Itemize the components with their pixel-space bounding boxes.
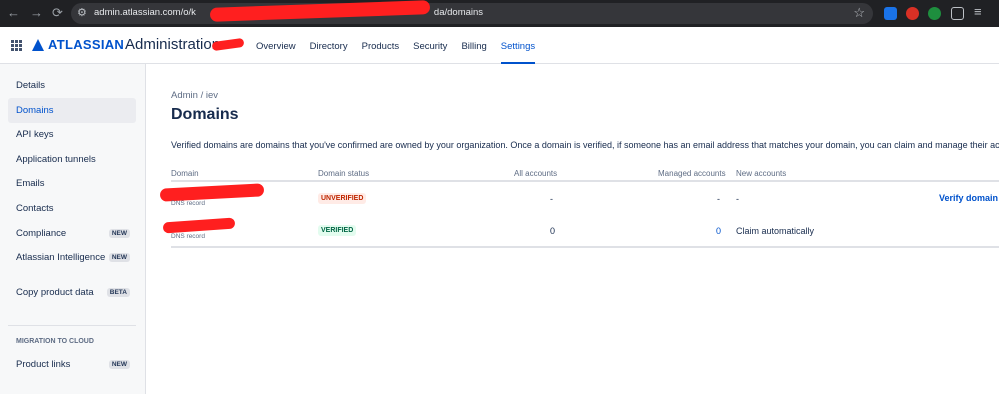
extension-calendar-icon[interactable] — [884, 7, 897, 20]
reload-icon[interactable]: ⟳ — [52, 5, 63, 21]
beta-badge: BETA — [106, 288, 130, 297]
atlassian-wordmark: ATLASSIAN — [48, 37, 125, 52]
sidebar-item-emails[interactable]: Emails — [8, 171, 136, 196]
reading-list-icon[interactable]: ≡ — [974, 4, 982, 20]
tab-directory[interactable]: Directory — [310, 27, 348, 64]
sidebar-item-label: Product links — [16, 359, 71, 370]
sidebar-divider — [8, 325, 136, 326]
sidebar-item-label: Atlassian Intelligence — [16, 252, 106, 263]
page-title: Domains — [171, 106, 239, 123]
new-accounts-value: - — [736, 194, 739, 204]
redaction-mark — [159, 183, 265, 202]
sidebar-item-contacts[interactable]: Contacts — [8, 196, 136, 221]
column-header-managed-accounts: Managed accounts — [658, 169, 726, 178]
app-switcher-icon[interactable] — [11, 40, 22, 51]
status-badge: UNVERIFIED — [318, 193, 367, 204]
sidebar-item-label: API keys — [16, 129, 54, 140]
sidebar-item-atlassian-intelligence[interactable]: Atlassian Intelligence NEW — [8, 245, 136, 270]
sidebar-section-heading: MIGRATION TO CLOUD — [16, 338, 94, 345]
extension-shield-icon[interactable] — [906, 7, 919, 20]
dns-record-label: DNS record — [171, 233, 205, 240]
sidebar-item-details[interactable]: Details — [8, 73, 136, 98]
tab-security[interactable]: Security — [413, 27, 447, 64]
sidebar-item-label: Details — [16, 80, 46, 91]
breadcrumb[interactable]: Admin / iev — [171, 90, 218, 101]
tab-billing[interactable]: Billing — [461, 27, 486, 64]
sidebar-item-copy-product-data[interactable]: Copy product data BETA — [8, 280, 136, 305]
site-info-icon[interactable]: ⚙ — [77, 6, 87, 19]
column-header-domain-status: Domain status — [318, 169, 370, 178]
tab-settings[interactable]: Settings — [500, 27, 536, 64]
new-badge: NEW — [108, 229, 130, 238]
sidebar-item-label: Application tunnels — [16, 154, 96, 165]
table-header-divider — [171, 180, 999, 182]
page-description: Verified domains are domains that you've… — [171, 140, 999, 150]
atlassian-logo-icon — [32, 39, 44, 51]
sidebar-item-domains[interactable]: Domains — [8, 98, 136, 123]
table-bottom-divider — [171, 246, 999, 248]
sidebar-item-label: Compliance — [16, 228, 67, 239]
tab-products[interactable]: Products — [362, 27, 400, 64]
verify-domain-button[interactable]: Verify domain — [939, 193, 998, 203]
top-navigation: Overview Directory Products Security Bil… — [256, 27, 549, 64]
back-arrow-icon[interactable]: ← — [7, 5, 20, 21]
sidebar-item-product-links[interactable]: Product links NEW — [8, 352, 136, 377]
extension-check-icon[interactable] — [928, 7, 941, 20]
sidebar-item-label: Domains — [16, 105, 54, 116]
new-badge: NEW — [108, 360, 130, 369]
settings-sidebar: Details Domains API keys Application tun… — [0, 64, 146, 394]
managed-accounts-value: - — [717, 194, 720, 204]
sidebar-item-label: Emails — [16, 178, 45, 189]
sidebar-item-api-keys[interactable]: API keys — [8, 122, 136, 147]
sidebar-item-application-tunnels[interactable]: Application tunnels — [8, 147, 136, 172]
tab-overview[interactable]: Overview — [256, 27, 296, 64]
column-header-all-accounts: All accounts — [514, 169, 558, 178]
all-accounts-value: 0 — [550, 226, 556, 236]
forward-arrow-icon[interactable]: → — [30, 5, 43, 21]
address-bar[interactable]: ⚙ admin.atlassian.com/o/k da/domains ☆ — [71, 3, 873, 24]
column-header-domain: Domain — [171, 169, 199, 178]
new-badge: NEW — [108, 253, 130, 262]
managed-accounts-link[interactable]: 0 — [716, 226, 721, 236]
administration-label: Administration — [125, 36, 221, 53]
redaction-mark — [162, 217, 236, 234]
status-badge: VERIFIED — [318, 225, 357, 236]
new-accounts-value: Claim automatically — [736, 226, 815, 236]
sidebar-item-label: Copy product data — [16, 287, 94, 298]
dns-record-label: DNS record — [171, 200, 205, 207]
browser-toolbar: ← → ⟳ ⚙ admin.atlassian.com/o/k da/domain… — [0, 0, 999, 27]
sidebar-item-compliance[interactable]: Compliance NEW — [8, 221, 136, 246]
all-accounts-value: - — [550, 194, 553, 204]
extensions-puzzle-icon[interactable] — [951, 7, 964, 20]
bookmark-star-icon[interactable]: ☆ — [853, 5, 865, 21]
app-header: ATLASSIAN Administration Overview Direct… — [0, 27, 999, 64]
column-header-new-accounts: New accounts — [736, 169, 787, 178]
sidebar-item-label: Contacts — [16, 203, 54, 214]
